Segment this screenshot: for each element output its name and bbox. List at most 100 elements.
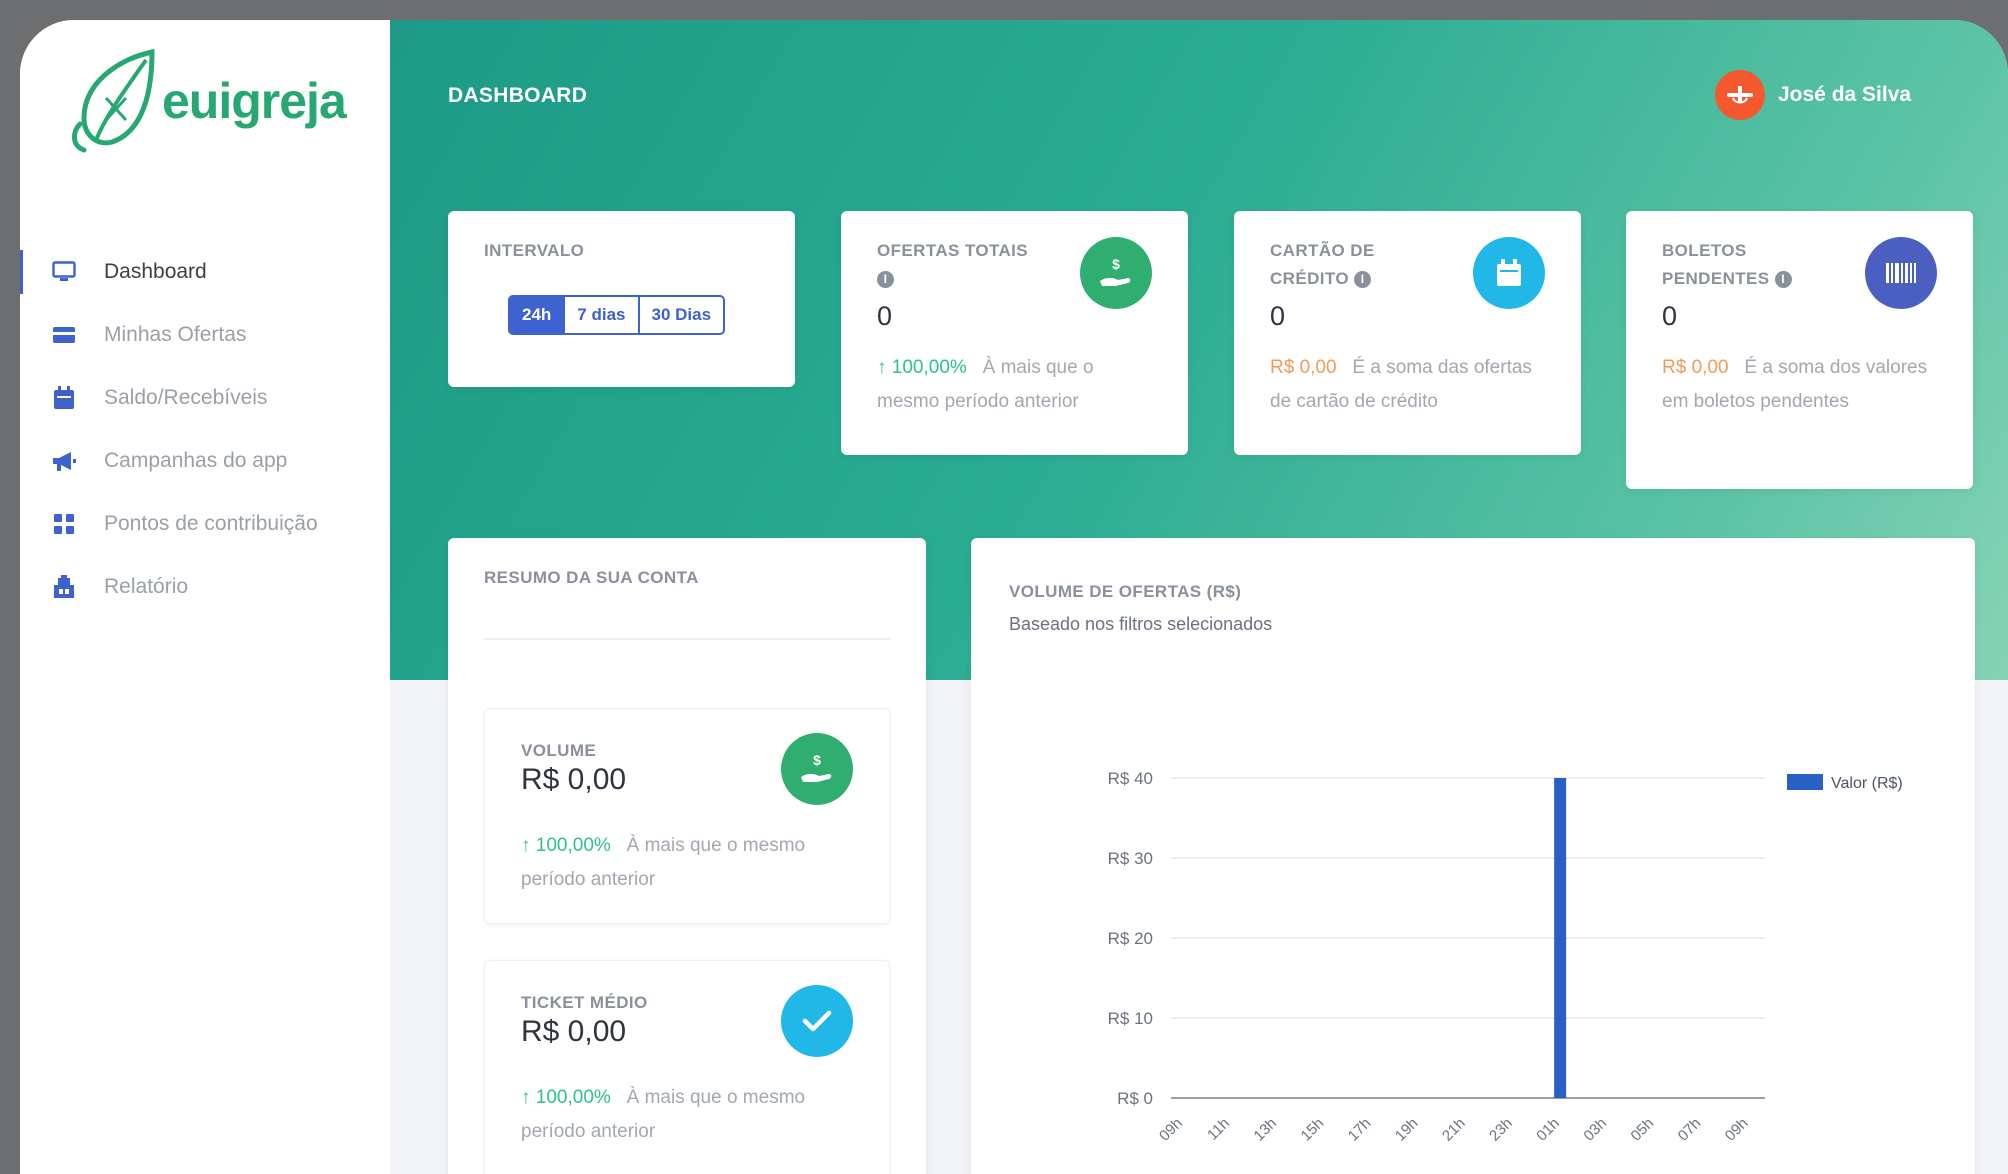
sidebar-item-relatorio[interactable]: Relatório (20, 555, 390, 618)
stat-card-boletos-pendentes: BOLETOS PENDENTES i 0 R$ 0,00 É a soma d… (1626, 211, 1973, 489)
sidebar-item-pontos[interactable]: Pontos de contribuição (20, 492, 390, 555)
grid-icon (50, 510, 78, 538)
sidebar-item-label: Minhas Ofertas (104, 322, 247, 346)
logo-text: euigreja (162, 73, 347, 129)
summary-item-title: TICKET MÉDIO (521, 993, 648, 1012)
report-icon (50, 573, 78, 601)
stat-description: R$ 0,00 É a soma dos valores em boletos … (1662, 351, 1932, 419)
volume-chart: R$ 0 R$ 10 R$ 20 R$ 30 R$ 40 09h 11h 13h 15h 17h 1… (1108, 769, 1903, 1145)
stat-icon-circle: $ (1080, 237, 1152, 309)
x-tick-label: 23h (1486, 1115, 1516, 1145)
divider (484, 638, 890, 640)
x-tick-label: 21h (1439, 1115, 1469, 1145)
page-title: DASHBOARD (448, 84, 588, 107)
summary-item-title: VOLUME (521, 741, 597, 760)
summary-item-description: ↑ 100,00% À mais que o mesmo período ant… (521, 829, 861, 897)
sidebar-item-label: Saldo/Recebíveis (104, 385, 268, 409)
stat-highlight: R$ 0,00 (1270, 357, 1337, 378)
sidebar-item-campanhas[interactable]: Campanhas do app (20, 429, 390, 492)
svg-text:$: $ (813, 752, 821, 768)
summary-item-ticket-medio: TICKET MÉDIO R$ 0,00 ↑ 100,00% À mais qu… (484, 960, 890, 1174)
chart-card: VOLUME DE OFERTAS (R$) Baseado nos filtr… (971, 538, 1975, 1174)
sidebar-item-saldo[interactable]: Saldo/Recebíveis (20, 366, 390, 429)
leaf-logo-icon (72, 48, 155, 153)
stat-title: OFERTAS TOTAIS i (877, 241, 1029, 289)
barcode-icon (1886, 263, 1916, 283)
y-tick-label: R$ 20 (1108, 929, 1153, 948)
stat-description: R$ 0,00 É a soma das ofertas de cartão d… (1270, 351, 1550, 419)
monitor-icon (50, 258, 78, 286)
summary-card: RESUMO DA SUA CONTA VOLUME R$ 0,00 $ ↑ 1… (448, 538, 926, 1174)
summary-item-highlight: 100,00% (535, 835, 611, 856)
user-name: José da Silva (1778, 83, 1912, 106)
info-icon[interactable]: i (1354, 271, 1372, 289)
calendar-icon (1497, 259, 1521, 286)
x-tick-label: 03h (1580, 1115, 1610, 1145)
x-tick-label: 19h (1392, 1115, 1422, 1145)
megaphone-icon (50, 447, 78, 475)
interval-selector: 24h 7 dias 30 Dias (508, 295, 726, 335)
stat-highlight: 100,00% (891, 357, 967, 378)
chart-title: VOLUME DE OFERTAS (R$) (1009, 582, 1242, 601)
interval-title: INTERVALO (484, 241, 585, 260)
trend-up-icon: ↑ (521, 1087, 531, 1108)
stat-value: 0 (877, 301, 893, 331)
trend-up-icon: ↑ (521, 835, 531, 856)
app-window: euigreja Dashboard Minhas Ofertas Saldo/… (20, 20, 2008, 1174)
sidebar-nav: Dashboard Minhas Ofertas Saldo/Recebívei… (20, 240, 390, 618)
interval-option-7d[interactable]: 7 dias (563, 297, 637, 333)
summary-item-value: R$ 0,00 (521, 763, 627, 796)
sidebar-item-dashboard[interactable]: Dashboard (20, 240, 390, 303)
svg-text:$: $ (1112, 256, 1120, 272)
interval-card: INTERVALO 24h 7 dias 30 Dias (448, 211, 795, 387)
y-tick-label: R$ 0 (1117, 1089, 1153, 1108)
user-menu[interactable]: José da Silva (1715, 70, 1911, 120)
summary-title: RESUMO DA SUA CONTA (484, 568, 699, 587)
anchor-icon (1727, 86, 1753, 104)
stat-value: 0 (1662, 301, 1678, 331)
summary-item-volume: VOLUME R$ 0,00 $ ↑ 100,00% À mais que o … (484, 708, 890, 924)
check-icon (802, 1010, 832, 1032)
x-tick-label: 05h (1628, 1115, 1658, 1145)
x-tick-label: 07h (1675, 1115, 1705, 1145)
summary-icon-circle (781, 985, 853, 1057)
stat-card-ofertas-totais: OFERTAS TOTAIS i 0 $ ↑ 100,00% À mais que… (841, 211, 1188, 455)
stat-description: ↑ 100,00% À mais que o mesmo período ant… (877, 351, 1157, 419)
sidebar-item-minhas-ofertas[interactable]: Minhas Ofertas (20, 303, 390, 366)
interval-option-24h[interactable]: 24h (510, 297, 564, 333)
hand-dollar-icon: $ (1100, 256, 1131, 286)
stat-value: 0 (1270, 301, 1286, 331)
legend-label: Valor (R$) (1831, 775, 1903, 792)
x-tick-label: 11h (1204, 1115, 1233, 1144)
chart-bar (1554, 778, 1567, 1098)
legend-swatch (1787, 774, 1823, 790)
sidebar: euigreja Dashboard Minhas Ofertas Saldo/… (20, 20, 390, 1174)
summary-item-highlight: 100,00% (535, 1087, 611, 1108)
stat-highlight: R$ 0,00 (1662, 357, 1729, 378)
x-tick-label: 01h (1533, 1115, 1563, 1145)
credit-card-icon (50, 321, 78, 349)
y-tick-label: R$ 40 (1108, 769, 1153, 788)
hand-dollar-icon: $ (801, 752, 832, 782)
summary-item-description: ↑ 100,00% À mais que o mesmo período ant… (521, 1081, 861, 1149)
stat-icon-circle (1473, 237, 1545, 309)
stat-title: CARTÃO DE CRÉDITO i (1270, 241, 1375, 289)
x-tick-label: 17h (1345, 1115, 1375, 1145)
sidebar-item-label: Dashboard (104, 259, 207, 283)
calendar-icon (50, 384, 78, 412)
x-tick-label: 09h (1722, 1115, 1752, 1145)
stat-icon-circle (1865, 237, 1937, 309)
stat-title: BOLETOS PENDENTES i (1662, 237, 1832, 293)
x-tick-label: 15h (1298, 1115, 1328, 1145)
sidebar-item-label: Relatório (104, 574, 189, 598)
sidebar-item-label: Campanhas do app (104, 448, 288, 472)
trend-up-icon: ↑ (877, 357, 887, 378)
avatar (1715, 70, 1765, 120)
y-tick-label: R$ 10 (1108, 1009, 1153, 1028)
info-icon[interactable]: i (877, 271, 894, 289)
interval-option-30d[interactable]: 30 Dias (637, 297, 724, 333)
info-icon[interactable]: i (1774, 271, 1792, 289)
x-tick-label: 09h (1156, 1115, 1186, 1145)
logo[interactable]: euigreja (66, 46, 347, 156)
y-tick-label: R$ 30 (1108, 849, 1153, 868)
